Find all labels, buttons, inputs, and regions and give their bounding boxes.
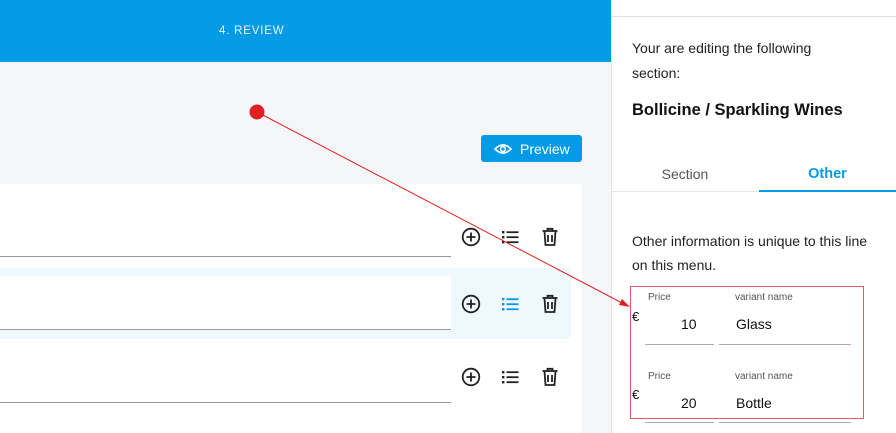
preview-button[interactable]: Preview bbox=[481, 135, 582, 162]
input-underline bbox=[719, 422, 851, 423]
menu-items-list bbox=[0, 184, 582, 433]
input-underline bbox=[0, 329, 451, 330]
input-underline bbox=[645, 422, 714, 423]
add-variant-button[interactable] bbox=[460, 226, 482, 248]
tab-section[interactable]: Section bbox=[611, 166, 759, 193]
list-item-selected bbox=[0, 268, 571, 339]
list-icon bbox=[502, 298, 519, 311]
trash-icon bbox=[542, 367, 558, 386]
input-underline bbox=[719, 344, 851, 345]
price-input[interactable]: 20 bbox=[681, 395, 697, 411]
item-name-input[interactable] bbox=[0, 206, 451, 256]
input-underline bbox=[645, 344, 714, 345]
trash-icon bbox=[542, 294, 558, 313]
trash-icon bbox=[542, 227, 558, 246]
delete-button[interactable] bbox=[539, 226, 561, 248]
price-label: Price bbox=[648, 292, 671, 303]
variant-name-label: variant name bbox=[735, 292, 793, 303]
details-button[interactable] bbox=[500, 226, 522, 248]
plus-circle-icon bbox=[461, 227, 481, 247]
list-icon bbox=[502, 371, 519, 384]
tab-other[interactable]: Other bbox=[759, 166, 896, 193]
input-underline bbox=[0, 402, 451, 403]
section-name: Bollicine / Sparkling Wines bbox=[632, 101, 843, 119]
delete-button[interactable] bbox=[539, 293, 561, 315]
currency-symbol: € bbox=[632, 309, 640, 324]
step-header: 4. REVIEW bbox=[0, 0, 611, 62]
list-icon bbox=[502, 231, 519, 244]
plus-circle-icon bbox=[461, 367, 481, 387]
list-item bbox=[0, 344, 571, 433]
list-item bbox=[0, 190, 571, 257]
price-label: Price bbox=[648, 371, 671, 382]
editing-intro-text: Your are editing the following section: bbox=[632, 40, 812, 81]
details-button-active[interactable] bbox=[500, 293, 522, 315]
preview-button-label: Preview bbox=[520, 140, 570, 157]
variant-name-label: variant name bbox=[735, 371, 793, 382]
add-variant-button[interactable] bbox=[460, 293, 482, 315]
step-review-label[interactable]: 4. REVIEW bbox=[219, 25, 284, 37]
currency-symbol: € bbox=[632, 387, 640, 402]
item-name-input[interactable] bbox=[0, 352, 451, 402]
details-button[interactable] bbox=[500, 366, 522, 388]
plus-circle-icon bbox=[461, 294, 481, 314]
variant-name-input[interactable]: Glass bbox=[736, 316, 772, 332]
item-name-input[interactable] bbox=[0, 276, 451, 329]
delete-button[interactable] bbox=[539, 366, 561, 388]
eye-icon bbox=[494, 143, 512, 154]
panel-divider bbox=[611, 16, 896, 17]
price-input[interactable]: 10 bbox=[681, 316, 697, 332]
input-underline bbox=[0, 256, 451, 257]
other-info-text: Other information is unique to this line… bbox=[632, 233, 868, 273]
app-window: 4. REVIEW Preview Your are editing the f… bbox=[0, 0, 896, 433]
add-variant-button[interactable] bbox=[460, 366, 482, 388]
variant-name-input[interactable]: Bottle bbox=[736, 395, 772, 411]
active-tab-indicator bbox=[759, 190, 896, 192]
